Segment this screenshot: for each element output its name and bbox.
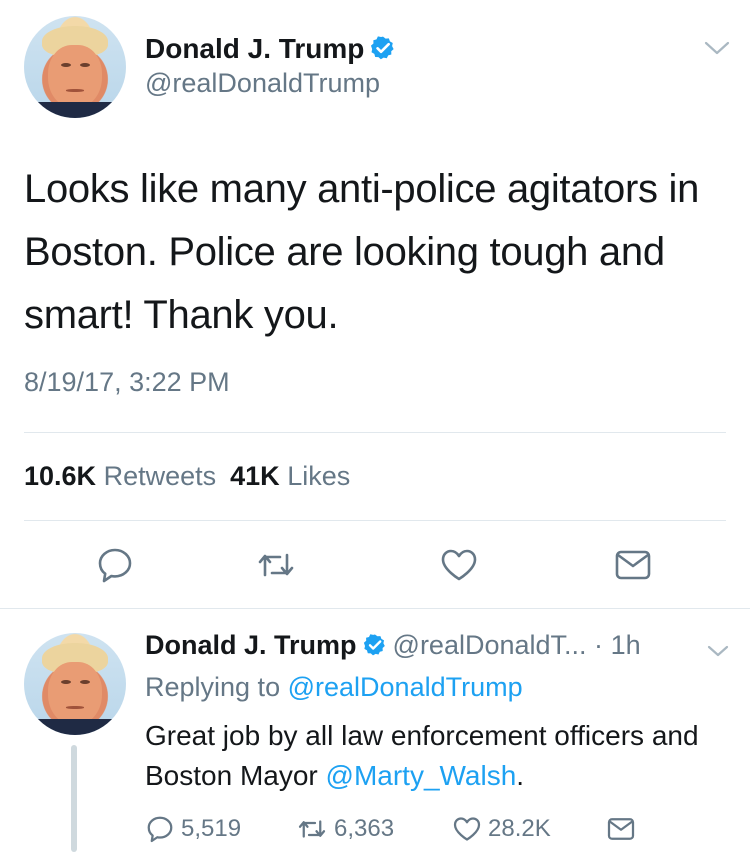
reply-button[interactable]: 5,519 bbox=[145, 814, 241, 844]
like-count: 28.2K bbox=[488, 815, 551, 842]
reply-text: Great job by all law enforcement officer… bbox=[145, 716, 735, 796]
replying-handle-link[interactable]: @realDonaldTrump bbox=[288, 672, 523, 702]
chevron-down-icon[interactable] bbox=[703, 38, 731, 58]
reply-icon[interactable] bbox=[95, 545, 135, 585]
divider bbox=[24, 520, 726, 521]
tweet-text: Looks like many anti-police agitators in… bbox=[24, 167, 700, 337]
display-name-text: Donald J. Trump bbox=[145, 33, 365, 64]
avatar-face bbox=[48, 661, 102, 725]
verified-badge-icon bbox=[370, 35, 396, 68]
engagement-stats: 10.6K Retweets 41K Likes bbox=[24, 461, 350, 492]
likes-count: 41K bbox=[230, 461, 280, 491]
replying-prefix: Replying to bbox=[145, 672, 281, 702]
tweet-separator bbox=[0, 608, 750, 609]
replying-to: Replying to @realDonaldTrump bbox=[145, 672, 523, 703]
like-button[interactable]: 28.2K bbox=[452, 814, 551, 844]
avatar-shirt bbox=[24, 101, 126, 118]
likes-stat[interactable]: 41K Likes bbox=[230, 461, 350, 491]
reply-header: Donald J. Trump @realDonaldT... · 1h bbox=[145, 630, 641, 664]
like-icon[interactable] bbox=[439, 545, 479, 585]
likes-label: Likes bbox=[287, 461, 351, 491]
thread-line bbox=[71, 745, 77, 852]
retweet-icon[interactable] bbox=[256, 545, 296, 585]
reply-icon bbox=[147, 816, 173, 843]
avatar[interactable] bbox=[24, 633, 126, 735]
main-tweet: Donald J. Trump @realDonaldTrump Looks l… bbox=[0, 0, 750, 609]
display-name-text[interactable]: Donald J. Trump bbox=[145, 630, 357, 660]
chevron-down-icon[interactable] bbox=[706, 642, 730, 660]
separator-dot: · bbox=[594, 630, 604, 660]
retweets-count: 10.6K bbox=[24, 461, 97, 491]
avatar-face bbox=[48, 44, 102, 108]
retweets-stat[interactable]: 10.6K Retweets bbox=[24, 461, 216, 491]
mention-link[interactable]: @Marty_Walsh bbox=[326, 760, 517, 791]
reply-text-end: . bbox=[516, 760, 525, 791]
retweet-button[interactable]: 6,363 bbox=[296, 814, 394, 844]
avatar[interactable] bbox=[24, 16, 126, 118]
display-name[interactable]: Donald J. Trump bbox=[145, 33, 396, 68]
avatar-shirt bbox=[24, 718, 126, 735]
retweets-label: Retweets bbox=[103, 461, 217, 491]
time-ago[interactable]: 1h bbox=[611, 630, 641, 660]
divider bbox=[24, 432, 726, 433]
like-icon bbox=[453, 817, 481, 841]
direct-message-button[interactable] bbox=[606, 814, 642, 844]
handle[interactable]: @realDonaldTrump bbox=[145, 68, 380, 99]
avatar-eye bbox=[60, 62, 71, 67]
direct-message-icon bbox=[607, 818, 635, 840]
verified-badge-icon bbox=[363, 633, 387, 664]
timestamp[interactable]: 8/19/17, 3:22 PM bbox=[24, 367, 230, 398]
handle[interactable]: @realDonaldT... bbox=[393, 630, 587, 660]
reply-count: 5,519 bbox=[181, 815, 242, 842]
retweet-count: 6,363 bbox=[334, 815, 395, 842]
retweet-icon bbox=[298, 820, 326, 838]
direct-message-icon[interactable] bbox=[613, 545, 653, 585]
avatar-eye bbox=[60, 679, 71, 684]
